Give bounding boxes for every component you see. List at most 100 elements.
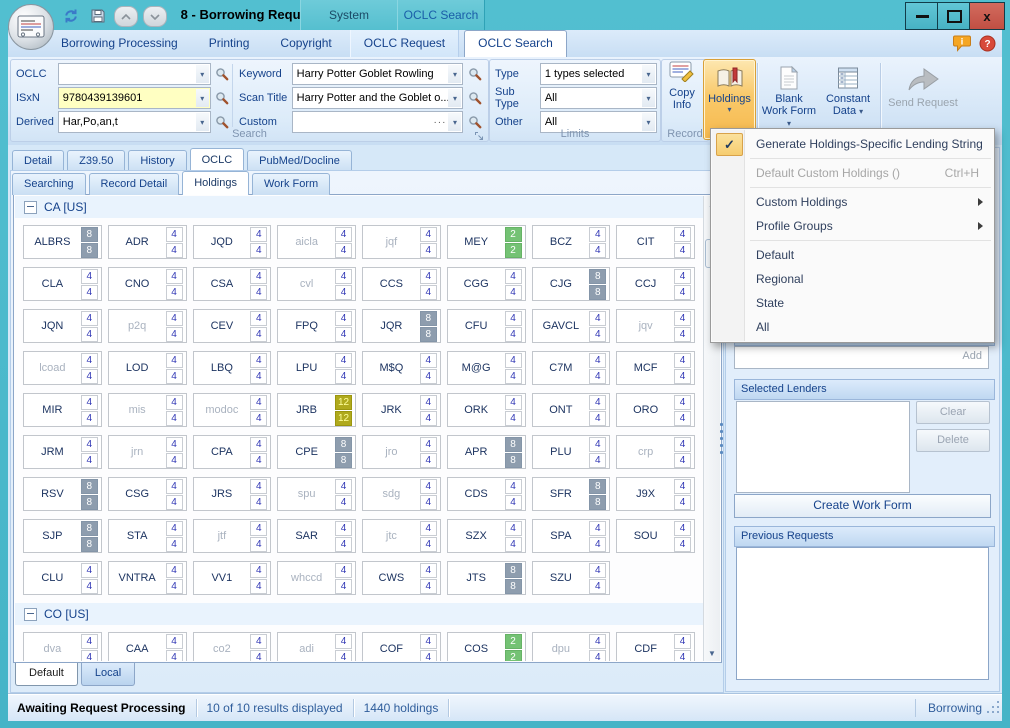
manual-entry-input[interactable]: Add: [734, 346, 989, 369]
holding-cell-spa[interactable]: SPA44: [532, 519, 611, 553]
scan-title-combobox[interactable]: Harry Potter and the Goblet o...▾: [292, 87, 464, 109]
ribbon-tab-oclc-search[interactable]: OCLC Search: [464, 30, 567, 58]
holding-cell-mey[interactable]: MEY22: [447, 225, 526, 259]
subtab-record-detail[interactable]: Record Detail: [89, 173, 180, 195]
nav-up-icon[interactable]: [114, 6, 138, 27]
holding-cell-sfr[interactable]: SFR88: [532, 477, 611, 511]
holding-cell-caa[interactable]: CAA44: [108, 632, 187, 661]
isxn-combobox[interactable]: 9780439139601▾: [58, 87, 211, 109]
chevron-down-icon[interactable]: ▾: [642, 65, 655, 83]
chevron-down-icon[interactable]: ▾: [196, 89, 209, 107]
holding-cell-sjp[interactable]: SJP88: [23, 519, 102, 553]
holding-cell-jtc[interactable]: jtc44: [362, 519, 441, 553]
holding-cell-lbq[interactable]: LBQ44: [193, 351, 272, 385]
holding-cell-jro[interactable]: jro44: [362, 435, 441, 469]
holding-cell-dva[interactable]: dva44: [23, 632, 102, 661]
section-header-ca-us[interactable]: CA [US]: [15, 196, 704, 218]
tab-pubmed-docline[interactable]: PubMed/Docline: [247, 150, 352, 172]
context-group-system[interactable]: System: [300, 0, 398, 30]
holding-cell-cev[interactable]: CEV44: [193, 309, 272, 343]
holding-cell-jqf[interactable]: jqf44: [362, 225, 441, 259]
copy-info-button[interactable]: Copy Info: [662, 60, 702, 122]
isxn-search-button[interactable]: [214, 89, 231, 108]
sub-type-combobox[interactable]: All▾: [540, 87, 657, 109]
subtab-holdings[interactable]: Holdings: [182, 171, 249, 195]
menu-item-default-custom-holdings[interactable]: Default Custom Holdings ()Ctrl+H: [712, 161, 993, 185]
holding-cell-cdf[interactable]: CDF44: [616, 632, 695, 661]
holding-cell-ccj[interactable]: CCJ44: [616, 267, 695, 301]
collapse-icon[interactable]: [24, 201, 37, 214]
previous-requests-list[interactable]: [736, 547, 989, 680]
holding-cell-cds[interactable]: CDS44: [447, 477, 526, 511]
holding-cell-cof[interactable]: COF44: [362, 632, 441, 661]
chevron-down-icon[interactable]: ▾: [642, 89, 655, 107]
holding-cell-c7m[interactable]: C7M44: [532, 351, 611, 385]
holding-cell-gavcl[interactable]: GAVCL44: [532, 309, 611, 343]
scroll-down-icon[interactable]: ▼: [704, 646, 720, 660]
holding-cell-ccs[interactable]: CCS44: [362, 267, 441, 301]
holding-cell-bcz[interactable]: BCZ44: [532, 225, 611, 259]
ribbon-tab-borrowing-processing[interactable]: Borrowing Processing: [48, 30, 191, 57]
holding-cell-dpu[interactable]: dpu44: [532, 632, 611, 661]
holding-cell-rsv[interactable]: RSV88: [23, 477, 102, 511]
splitter-handle[interactable]: [719, 423, 724, 463]
holding-cell-cws[interactable]: CWS44: [362, 561, 441, 595]
holding-cell-spu[interactable]: spu44: [277, 477, 356, 511]
holding-cell-cno[interactable]: CNO44: [108, 267, 187, 301]
add-button[interactable]: Add: [962, 350, 982, 362]
ribbon-tab-copyright[interactable]: Copyright: [267, 30, 344, 57]
collapse-icon[interactable]: [24, 608, 37, 621]
menu-item-state[interactable]: State: [712, 291, 993, 315]
view-tab-local[interactable]: Local: [81, 663, 135, 686]
tab-history[interactable]: History: [128, 150, 186, 172]
tab-detail[interactable]: Detail: [12, 150, 64, 172]
subtab-searching[interactable]: Searching: [12, 173, 86, 195]
holding-cell-aicla[interactable]: aicla44: [277, 225, 356, 259]
chevron-down-icon[interactable]: ▾: [448, 89, 461, 107]
oclc-combobox[interactable]: ▾: [58, 63, 211, 85]
menu-item-custom-holdings[interactable]: Custom Holdings: [712, 190, 993, 214]
holding-cell-szu[interactable]: SZU44: [532, 561, 611, 595]
refresh-icon[interactable]: [60, 6, 82, 25]
holding-cell-cos[interactable]: COS22: [447, 632, 526, 661]
constant-data-button[interactable]: Constant Data ▾: [820, 59, 876, 138]
menu-item-generate-holdings-specific-lending-string[interactable]: Generate Holdings-Specific Lending Strin…: [712, 132, 993, 156]
context-group-oclc-search[interactable]: OCLC Search: [397, 0, 485, 30]
holding-cell-adr[interactable]: ADR44: [108, 225, 187, 259]
menu-item-default[interactable]: Default: [712, 243, 993, 267]
holding-cell-szx[interactable]: SZX44: [447, 519, 526, 553]
minimize-button[interactable]: [905, 2, 939, 30]
oclc-search-button[interactable]: [214, 65, 231, 84]
holding-cell-j9x[interactable]: J9X44: [616, 477, 695, 511]
holding-cell-p2q[interactable]: p2q44: [108, 309, 187, 343]
holding-cell-cit[interactable]: CIT44: [616, 225, 695, 259]
holding-cell-csg[interactable]: CSG44: [108, 477, 187, 511]
holding-cell-vntra[interactable]: VNTRA44: [108, 561, 187, 595]
ribbon-tab-printing[interactable]: Printing: [196, 30, 263, 57]
holding-cell-vv1[interactable]: VV144: [193, 561, 272, 595]
holding-cell-mcf[interactable]: MCF44: [616, 351, 695, 385]
holding-cell-jrm[interactable]: JRM44: [23, 435, 102, 469]
clear-button[interactable]: Clear: [916, 401, 990, 424]
create-work-form-button[interactable]: Create Work Form: [734, 494, 991, 518]
holding-cell-lod[interactable]: LOD44: [108, 351, 187, 385]
holding-cell-jrn[interactable]: jrn44: [108, 435, 187, 469]
menu-item-all[interactable]: All: [712, 315, 993, 339]
delete-button[interactable]: Delete: [916, 429, 990, 452]
holding-cell-co2[interactable]: co244: [193, 632, 272, 661]
holding-cell-fpq[interactable]: FPQ44: [277, 309, 356, 343]
holding-cell-cpe[interactable]: CPE88: [277, 435, 356, 469]
holding-cell-jqr[interactable]: JQR88: [362, 309, 441, 343]
holding-cell-cpa[interactable]: CPA44: [193, 435, 272, 469]
holding-cell-cla[interactable]: CLA44: [23, 267, 102, 301]
holding-cell-m-q[interactable]: M$Q44: [362, 351, 441, 385]
tab-oclc[interactable]: OCLC: [190, 148, 245, 172]
holding-cell-csa[interactable]: CSA44: [193, 267, 272, 301]
holding-cell-modoc[interactable]: modoc44: [193, 393, 272, 427]
help-icon[interactable]: ?: [979, 35, 996, 57]
holding-cell-apr[interactable]: APR88: [447, 435, 526, 469]
info-icon[interactable]: i: [953, 35, 972, 57]
holding-cell-sta[interactable]: STA44: [108, 519, 187, 553]
holding-cell-jtf[interactable]: jtf44: [193, 519, 272, 553]
chevron-down-icon[interactable]: ▾: [196, 65, 209, 83]
